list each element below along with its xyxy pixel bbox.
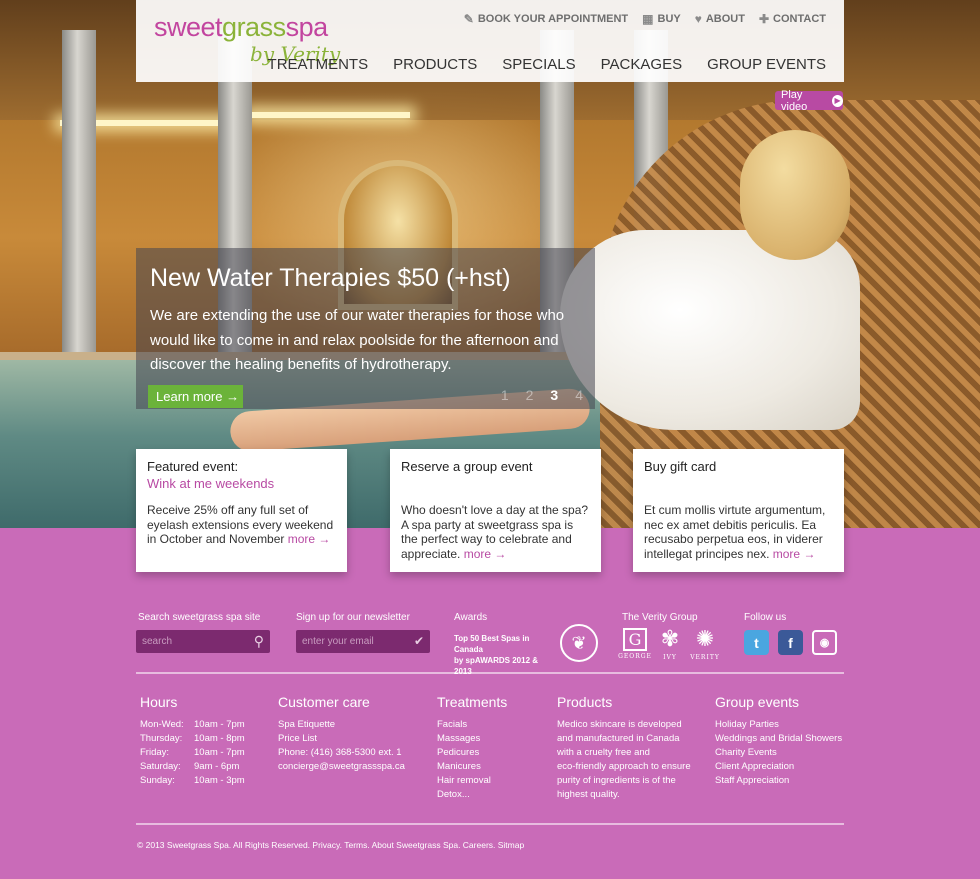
twitter-icon[interactable]: t: [744, 630, 769, 655]
george-logo[interactable]: G GEORGE: [618, 628, 651, 660]
footer-link-detox[interactable]: Detox...: [437, 788, 507, 802]
newsletter-email-input[interactable]: enter your email ✔: [296, 630, 430, 653]
nav-group-events[interactable]: GROUP EVENTS: [707, 56, 826, 73]
group-events-title: Group events: [715, 694, 800, 710]
treatments-column: Treatments Facials Massages Pedicures Ma…: [437, 694, 507, 802]
hours-row: Mon-Wed: 10am - 7pm: [140, 719, 245, 730]
nav-treatments[interactable]: TREATMENTS: [268, 56, 369, 73]
footer-link-charity[interactable]: Charity Events: [715, 746, 842, 760]
products-title: Products: [557, 694, 613, 710]
gift-card-card[interactable]: Buy gift card Et cum mollis virtute argu…: [633, 449, 844, 572]
follow-us-label: Follow us: [744, 612, 787, 623]
card-more-link[interactable]: more →: [288, 532, 331, 546]
verity-logos: G GEORGE ✾ IVY ✺ VERITY: [618, 628, 719, 662]
slide-page-4[interactable]: 4: [575, 387, 583, 403]
products-column: Products Medico skincare is developed an…: [557, 694, 691, 800]
footer-link-massages[interactable]: Massages: [437, 732, 507, 746]
footer-divider: [136, 672, 844, 674]
book-appointment-link[interactable]: ✎ BOOK YOUR APPOINTMENT: [464, 12, 628, 26]
hours-row: Saturday: 9am - 6pm: [140, 761, 240, 772]
footer-link-holiday-parties[interactable]: Holiday Parties: [715, 718, 842, 732]
hours-title: Hours: [140, 694, 178, 710]
award-text: Top 50 Best Spas in Canada by spAWARDS 2…: [454, 634, 539, 676]
newsletter-label: Sign up for our newsletter: [296, 612, 410, 623]
logo[interactable]: sweetgrassspa: [154, 12, 328, 43]
slide-pagination: 1 2 3 4: [501, 387, 583, 403]
featured-event-card[interactable]: Featured event: Wink at me weekends Rece…: [136, 449, 347, 572]
footer-link-manicures[interactable]: Manicures: [437, 760, 507, 774]
calendar-icon: ✎: [463, 12, 474, 26]
footer-link-facials[interactable]: Facials: [437, 718, 507, 732]
plus-icon: ✚: [758, 12, 770, 26]
search-icon[interactable]: ⚲: [254, 633, 264, 650]
heart-icon: ♥: [694, 12, 702, 26]
search-input[interactable]: search ⚲: [136, 630, 270, 653]
hours-row: Friday: 10am - 7pm: [140, 747, 245, 758]
search-label: Search sweetgrass spa site: [138, 612, 261, 623]
footer-link-staff-appreciation[interactable]: Staff Appreciation: [715, 774, 842, 788]
footer-link-hair-removal[interactable]: Hair removal: [437, 774, 507, 788]
play-icon: ▶: [832, 94, 843, 107]
facebook-icon[interactable]: f: [778, 630, 803, 655]
footer-link-weddings[interactable]: Weddings and Bridal Showers: [715, 732, 842, 746]
gift-icon: ▦: [642, 12, 654, 26]
price-list-link[interactable]: Price List: [278, 732, 405, 746]
customer-care-column: Customer care Spa Etiquette Price List P…: [278, 694, 405, 774]
card-subtitle[interactable]: Wink at me weekends: [147, 476, 274, 491]
slide-body: We are extending the use of our water th…: [150, 307, 565, 373]
treatments-title: Treatments: [437, 694, 508, 710]
play-video-button[interactable]: Play video ▶: [775, 89, 843, 113]
slide-page-3[interactable]: 3: [550, 387, 558, 403]
footer-divider: [136, 823, 844, 825]
buy-link[interactable]: ▦ BUY: [642, 12, 681, 26]
card-title: Reserve a group event: [401, 459, 533, 474]
nav-specials[interactable]: SPECIALS: [502, 56, 575, 73]
main-nav: TREATMENTS PRODUCTS SPECIALS PACKAGES GR…: [268, 56, 826, 73]
instagram-icon[interactable]: ◉: [812, 630, 837, 655]
card-text: Receive 25% off any full set of eyelash …: [147, 503, 334, 546]
slide-page-1[interactable]: 1: [501, 387, 509, 403]
site-header: sweetgrassspa by Verity ✎ BOOK YOUR APPO…: [136, 0, 844, 82]
copyright: © 2013 Sweetgrass Spa. All Rights Reserv…: [137, 840, 525, 850]
social-links: t f ◉: [744, 630, 837, 655]
footer-link-pedicures[interactable]: Pedicures: [437, 746, 507, 760]
email-link[interactable]: concierge@sweetgrassspa.ca: [278, 760, 405, 774]
slide-page-2[interactable]: 2: [526, 387, 534, 403]
awards-label: Awards: [454, 612, 488, 623]
award-seal-icon: ❦: [560, 624, 598, 662]
nav-products[interactable]: PRODUCTS: [393, 56, 477, 73]
hours-row: Thursday: 10am - 8pm: [140, 733, 245, 744]
contact-link[interactable]: ✚ CONTACT: [759, 12, 826, 26]
group-event-card[interactable]: Reserve a group event Who doesn't love a…: [390, 449, 601, 572]
hours-column: Hours Mon-Wed: 10am - 7pm Thursday: 10am -…: [140, 694, 245, 788]
spa-etiquette-link[interactable]: Spa Etiquette: [278, 718, 405, 732]
verity-group-label: The Verity Group: [622, 612, 698, 623]
card-more-link[interactable]: more →: [773, 547, 816, 561]
slide-caption: New Water Therapies $50 (+hst) We are ex…: [136, 248, 595, 409]
nav-packages[interactable]: PACKAGES: [601, 56, 682, 73]
phone-text: Phone: (416) 368-5300 ext. 1: [278, 747, 402, 758]
verity-logo[interactable]: ✺ VERITY: [690, 628, 719, 662]
ivy-logo[interactable]: ✾ IVY: [657, 628, 683, 662]
card-text: Who doesn't love a day at the spa? A spa…: [401, 503, 589, 561]
learn-more-button[interactable]: Learn more →: [148, 385, 243, 408]
card-title: Buy gift card: [644, 459, 717, 474]
card-title: Featured event:: [147, 459, 239, 474]
utility-nav: ✎ BOOK YOUR APPOINTMENT ▦ BUY ♥ ABOUT ✚ …: [464, 12, 826, 26]
hours-row: Sunday: 10am - 3pm: [140, 775, 245, 786]
footer-link-client-appreciation[interactable]: Client Appreciation: [715, 760, 842, 774]
about-link[interactable]: ♥ ABOUT: [695, 12, 745, 26]
slide-title: New Water Therapies $50 (+hst): [150, 264, 511, 292]
submit-check-icon[interactable]: ✔: [414, 634, 424, 648]
group-events-column: Group events Holiday Parties Weddings an…: [715, 694, 842, 788]
customer-care-title: Customer care: [278, 694, 370, 710]
card-text: Et cum mollis virtute argumentum, nec ex…: [644, 503, 826, 561]
card-more-link[interactable]: more →: [464, 547, 507, 561]
